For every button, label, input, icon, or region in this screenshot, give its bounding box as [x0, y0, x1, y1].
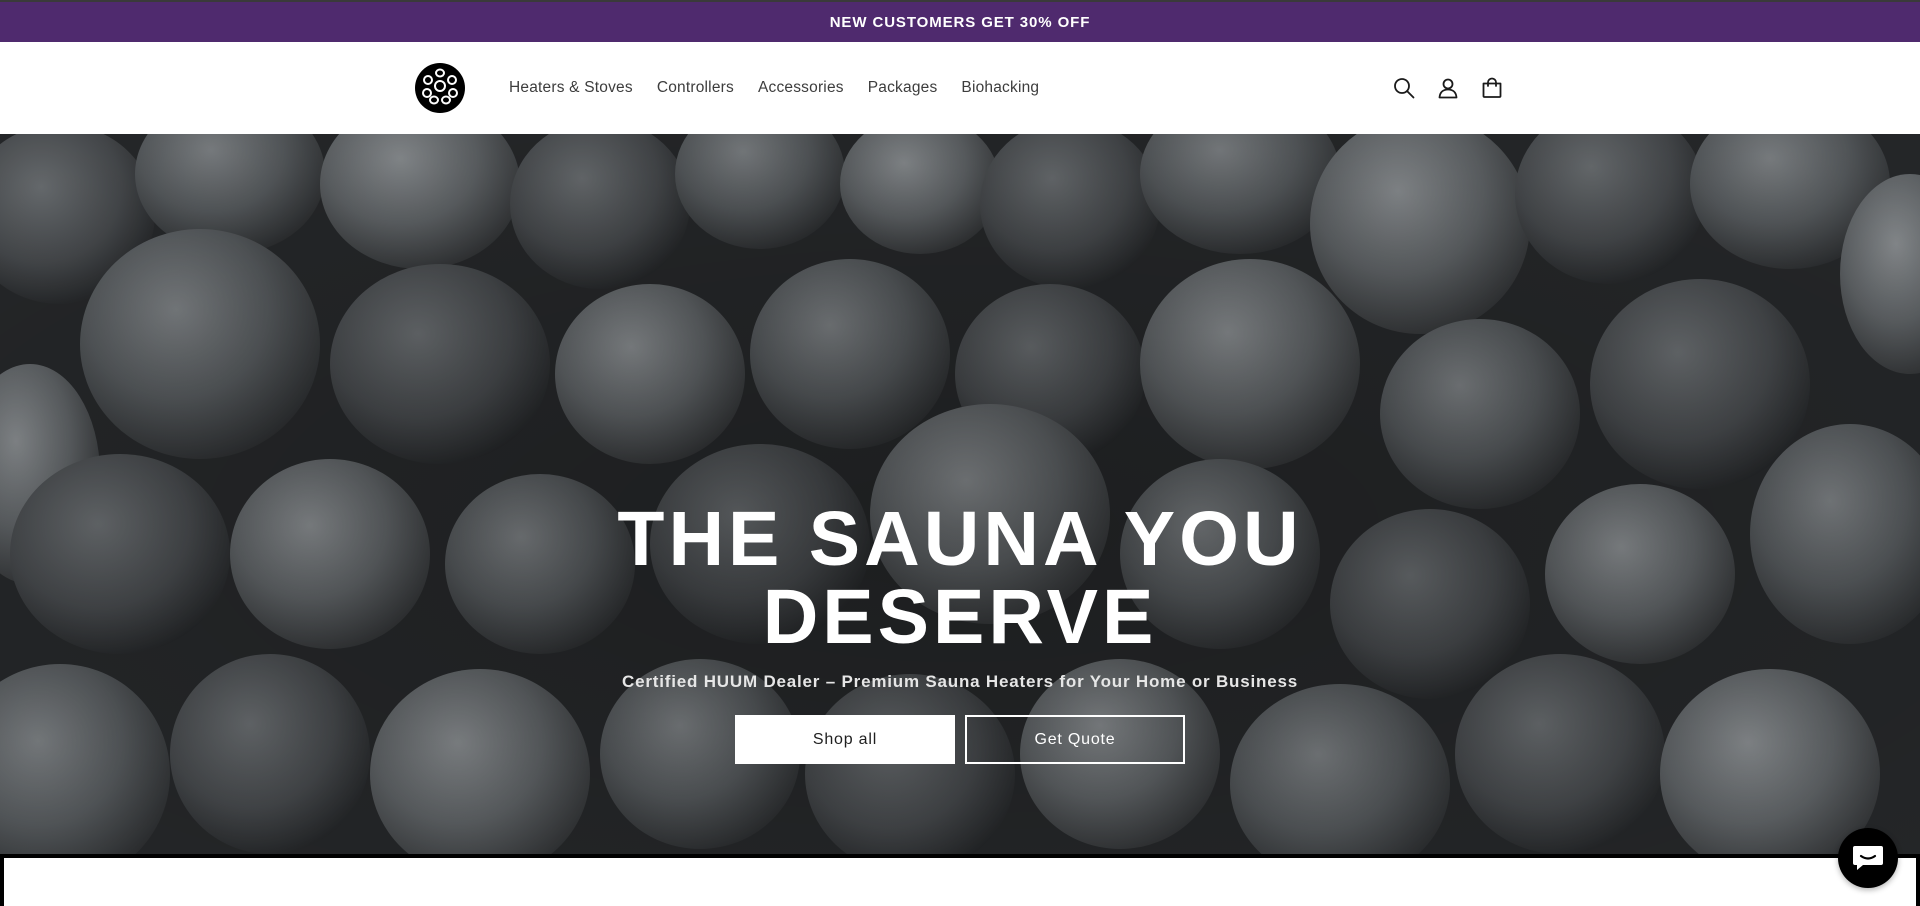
nav-packages[interactable]: Packages [868, 79, 938, 97]
hero-content: THE SAUNA YOU DESERVE Certified HUUM Dea… [0, 134, 1920, 854]
nav-controllers[interactable]: Controllers [657, 79, 734, 97]
hero-banner: THE SAUNA YOU DESERVE Certified HUUM Dea… [0, 134, 1920, 854]
main-nav: Heaters & Stoves Controllers Accessories… [509, 42, 1063, 134]
shop-all-button[interactable]: Shop all [735, 715, 955, 764]
account-icon[interactable] [1434, 74, 1462, 102]
announcement-text: NEW CUSTOMERS GET 30% OFF [829, 13, 1091, 31]
logo-icon[interactable] [414, 62, 466, 114]
next-section-border [0, 854, 1920, 906]
next-section [4, 858, 1916, 906]
chat-bubble-icon[interactable] [1838, 828, 1898, 888]
nav-biohacking[interactable]: Biohacking [961, 79, 1039, 97]
get-quote-button[interactable]: Get Quote [965, 715, 1185, 764]
nav-heaters-stoves[interactable]: Heaters & Stoves [509, 79, 633, 97]
hero-buttons: Shop all Get Quote [0, 715, 1920, 764]
hero-title-line-1: THE SAUNA YOU [617, 496, 1303, 582]
site-header: Heaters & Stoves Controllers Accessories… [0, 42, 1920, 134]
hero-subtitle: Certified HUUM Dealer – Premium Sauna He… [622, 672, 1298, 691]
hero-title-line-2: DESERVE [762, 574, 1158, 660]
nav-accessories[interactable]: Accessories [758, 79, 844, 97]
cart-icon[interactable] [1478, 74, 1506, 102]
search-icon[interactable] [1390, 74, 1418, 102]
hero-title: THE SAUNA YOU DESERVE [0, 500, 1920, 656]
announcement-bar: NEW CUSTOMERS GET 30% OFF [0, 0, 1920, 42]
